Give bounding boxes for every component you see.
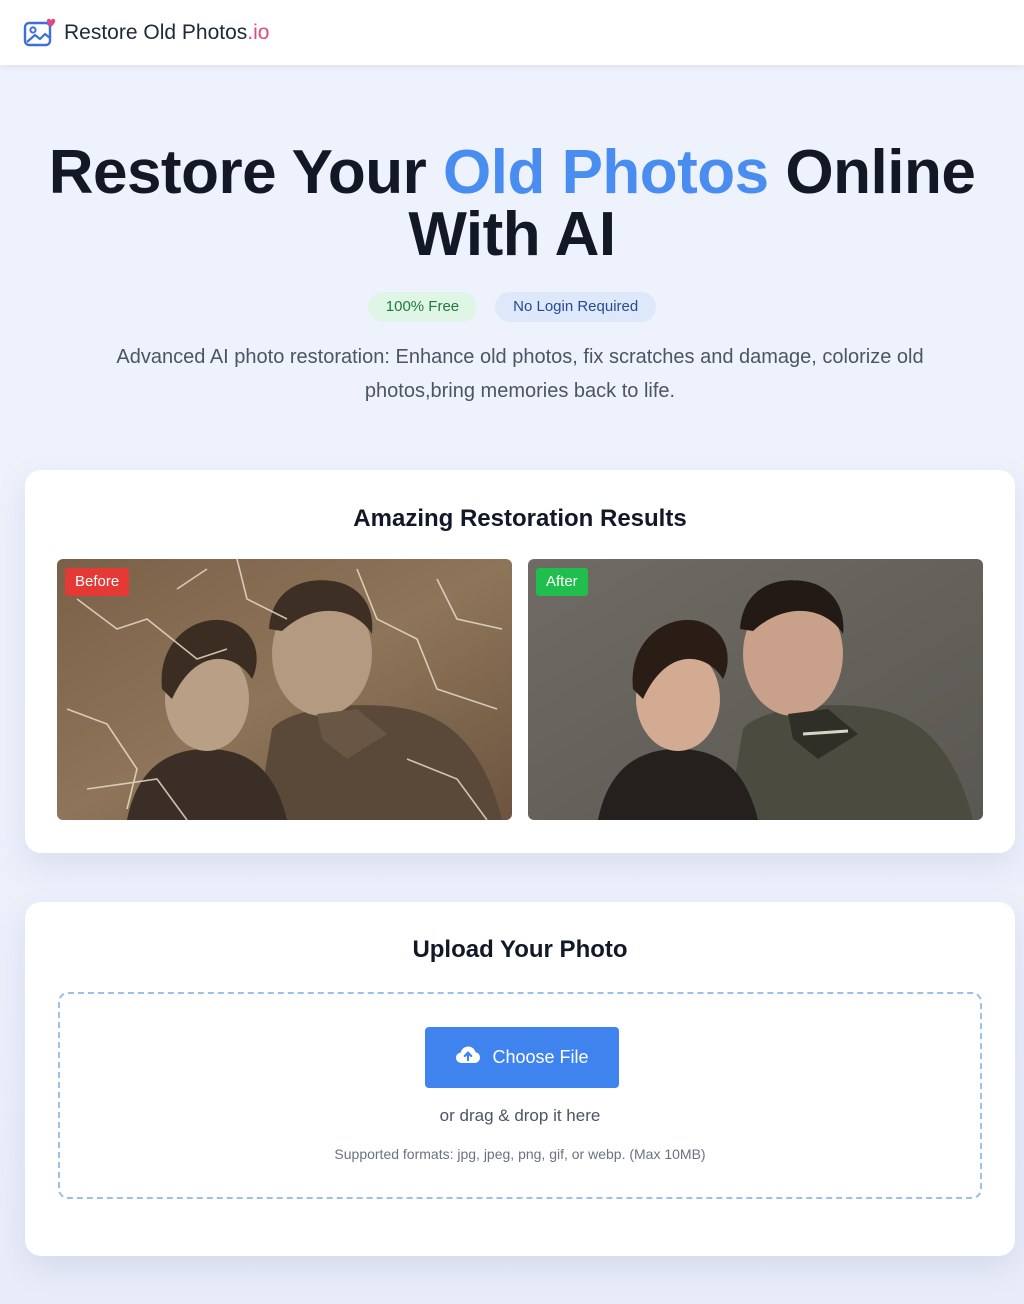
hero-title-part1: Restore Your — [48, 138, 444, 207]
photo-heart-icon[interactable] — [22, 16, 56, 50]
drag-drop-hint: or drag & drop it here — [439, 1106, 601, 1125]
results-title: Amazing Restoration Results — [353, 505, 687, 532]
before-tag: Before — [65, 568, 130, 596]
badge-no-login: No Login Required — [495, 292, 657, 322]
before-photo: Before — [57, 559, 512, 820]
hero-title: Restore Your Old Photos Online With AI — [0, 142, 1024, 266]
supported-formats: Supported formats: jpg, jpeg, png, gif, … — [334, 1146, 706, 1162]
after-tag: After — [536, 568, 588, 596]
hero-title-part2: Online — [768, 138, 976, 207]
hero-title-line2: With AI — [408, 200, 616, 269]
brand-main: Restore Old Photos — [64, 20, 248, 44]
cloud-upload-icon — [455, 1045, 481, 1070]
badge-free: 100% Free — [367, 292, 478, 322]
brand-name[interactable]: Restore Old Photos.io — [64, 21, 269, 45]
upload-dropzone[interactable]: Choose File or drag & drop it here Suppo… — [58, 992, 982, 1199]
top-nav-bar: Restore Old Photos.io — [0, 0, 1024, 65]
hero-subtitle: Advanced AI photo restoration: Enhance o… — [116, 346, 924, 402]
hero-title-accent: Old Photos — [443, 138, 769, 207]
choose-file-label: Choose File — [492, 1047, 589, 1067]
after-photo: After — [528, 559, 983, 820]
upload-card: Upload Your Photo Choose File or drag & … — [25, 902, 1015, 1256]
brand-tld: .io — [247, 20, 270, 44]
upload-title: Upload Your Photo — [412, 936, 628, 963]
choose-file-button[interactable]: Choose File — [425, 1027, 619, 1088]
results-card: Amazing Restoration Results Before After — [25, 470, 1015, 853]
feature-badges: 100% Free No Login Required — [0, 292, 1024, 322]
